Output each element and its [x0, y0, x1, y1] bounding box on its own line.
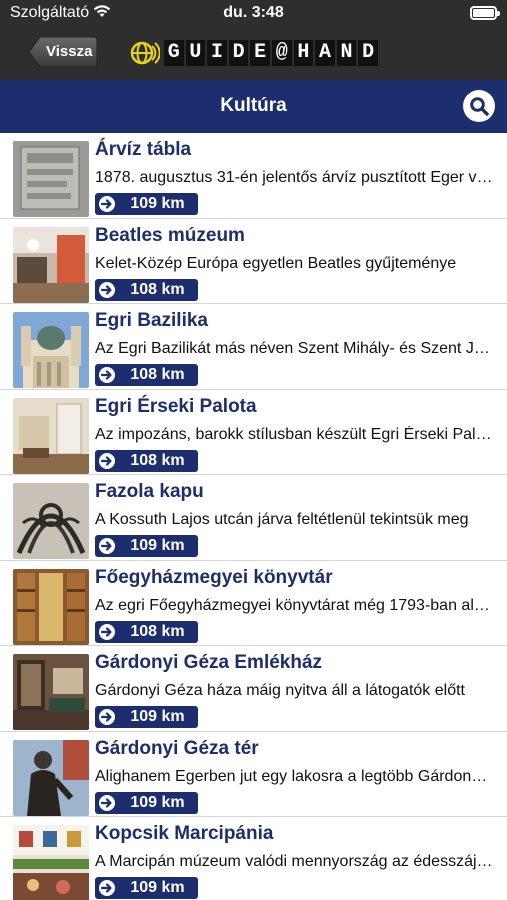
distance-label: 109 km	[130, 708, 185, 725]
distance-label: 109 km	[130, 793, 185, 811]
list-item[interactable]: Fazola kapu A Kossuth Lajos utcán járva f…	[0, 475, 507, 561]
distance-badge[interactable]: 109 km	[95, 535, 198, 557]
place-description: A Marcipán múzeum valódi mennyország az …	[95, 853, 495, 870]
place-name: Egri Érseki Palota	[95, 395, 257, 417]
app-header: Szolgáltató du. 3:48 Vissza G U I D E @ …	[0, 0, 507, 80]
place-description: Az egri Főegyházmegyei könyvtárat még 17…	[95, 596, 495, 614]
place-thumbnail	[13, 568, 89, 645]
arrow-right-circle-icon	[99, 794, 115, 811]
brand-letter: D	[358, 40, 378, 66]
place-thumbnail	[13, 483, 89, 559]
list-item[interactable]: Beatles múzeum Kelet-Közép Európa egyetle…	[0, 219, 507, 304]
place-name: Beatles múzeum	[95, 224, 245, 246]
list-item[interactable]: Egri Érseki Palota Az impozáns, barokk st…	[0, 390, 507, 475]
place-list: Árvíz tábla 1878. augusztus 31-én jelentő…	[0, 133, 507, 900]
list-item[interactable]: Főegyházmegyei könyvtár Az egri Főegyházm…	[0, 561, 507, 646]
clock: du. 3:48	[223, 4, 284, 21]
distance-badge[interactable]: 109 km	[95, 706, 198, 728]
place-description: Kelet-Közép Európa egyetlen Beatles gyűj…	[95, 254, 457, 272]
place-description: 1878. augusztus 31-én jelentős árvíz pus…	[95, 169, 495, 186]
brand-letter: D	[228, 40, 249, 66]
place-name: Árvíz tábla	[95, 139, 192, 160]
place-thumbnail	[13, 654, 89, 730]
place-description: Gárdonyi Géza háza máig nyitva áll a lát…	[95, 682, 465, 699]
list-item[interactable]: Árvíz tábla 1878. augusztus 31-én jelentő…	[0, 133, 507, 219]
distance-badge[interactable]: 109 km	[95, 791, 198, 814]
arrow-right-circle-icon	[99, 880, 115, 896]
arrow-right-circle-icon	[99, 196, 115, 212]
distance-label: 108 km	[130, 622, 185, 640]
place-thumbnail	[13, 825, 89, 900]
distance-label: 108 km	[130, 366, 185, 383]
place-thumbnail	[13, 312, 89, 388]
brand-letter: E	[250, 40, 270, 66]
list-item[interactable]: Gárdonyi Géza tér Alighanem Egerben jut e…	[0, 732, 507, 817]
brand-letter: I	[207, 40, 227, 66]
place-name: Egri Bazilika	[95, 310, 208, 331]
guide-at-hand-logo: G U I D E @ H A N D	[130, 38, 380, 68]
battery-icon	[470, 6, 500, 20]
place-description: A Kossuth Lajos utcán járva feltétlenül …	[95, 511, 469, 528]
place-description: Alighanem Egerben jut egy lakosra a legt…	[95, 767, 495, 785]
distance-label: 108 km	[130, 451, 185, 469]
status-bar: Szolgáltató du. 3:48	[0, 0, 507, 28]
search-button[interactable]	[463, 90, 495, 122]
place-description: Az Egri Bazilikát más néven Szent Mihály…	[95, 340, 495, 357]
place-thumbnail	[13, 226, 89, 303]
arrow-right-circle-icon	[99, 281, 115, 298]
search-icon	[470, 97, 489, 116]
brand-letter: N	[336, 40, 357, 66]
distance-badge[interactable]: 108 km	[95, 620, 198, 643]
back-button[interactable]: Vissza	[28, 36, 98, 68]
distance-label: 109 km	[130, 879, 185, 896]
arrow-right-circle-icon	[99, 452, 115, 469]
brand-letter: H	[293, 40, 314, 66]
list-item[interactable]: Gárdonyi Géza Emlékház Gárdonyi Géza háza…	[0, 646, 507, 732]
distance-badge[interactable]: 108 km	[95, 449, 198, 472]
distance-label: 108 km	[130, 280, 185, 298]
brand-wordmark: G U I D E @ H A N D	[164, 40, 378, 66]
brand-letter: U	[185, 40, 206, 66]
globe-logo-icon	[130, 41, 160, 65]
arrow-right-circle-icon	[99, 709, 115, 725]
place-name: Főegyházmegyei könyvtár	[95, 566, 333, 588]
arrow-right-circle-icon	[99, 538, 115, 554]
arrow-right-circle-icon	[99, 367, 115, 383]
distance-badge[interactable]: 109 km	[95, 877, 198, 899]
back-button-label: Vissza	[46, 43, 93, 60]
place-thumbnail	[13, 397, 89, 474]
distance-badge[interactable]: 108 km	[95, 278, 198, 301]
page-title: Kultúra	[220, 95, 287, 116]
distance-badge[interactable]: 109 km	[95, 193, 198, 215]
brand-letter: G	[164, 40, 184, 66]
place-name: Gárdonyi Géza Emlékház	[95, 652, 323, 673]
place-name: Kopcsik Marcipánia	[95, 823, 274, 844]
arrow-right-circle-icon	[99, 623, 115, 640]
place-name: Gárdonyi Géza tér	[95, 737, 259, 759]
brand-letter: @	[271, 40, 292, 66]
place-name: Fazola kapu	[95, 481, 204, 502]
list-item[interactable]: Kopcsik Marcipánia A Marcipán múzeum való…	[0, 817, 507, 900]
distance-badge[interactable]: 108 km	[95, 364, 198, 386]
place-thumbnail	[13, 141, 89, 217]
place-thumbnail	[13, 739, 89, 816]
distance-label: 109 km	[130, 195, 185, 212]
distance-label: 109 km	[130, 537, 185, 554]
list-item[interactable]: Egri Bazilika Az Egri Bazilikát más néven…	[0, 304, 507, 390]
brand-letter: A	[315, 40, 335, 66]
title-bar: Kultúra	[0, 80, 507, 133]
place-description: Az impozáns, barokk stílusban készült Eg…	[95, 425, 495, 443]
